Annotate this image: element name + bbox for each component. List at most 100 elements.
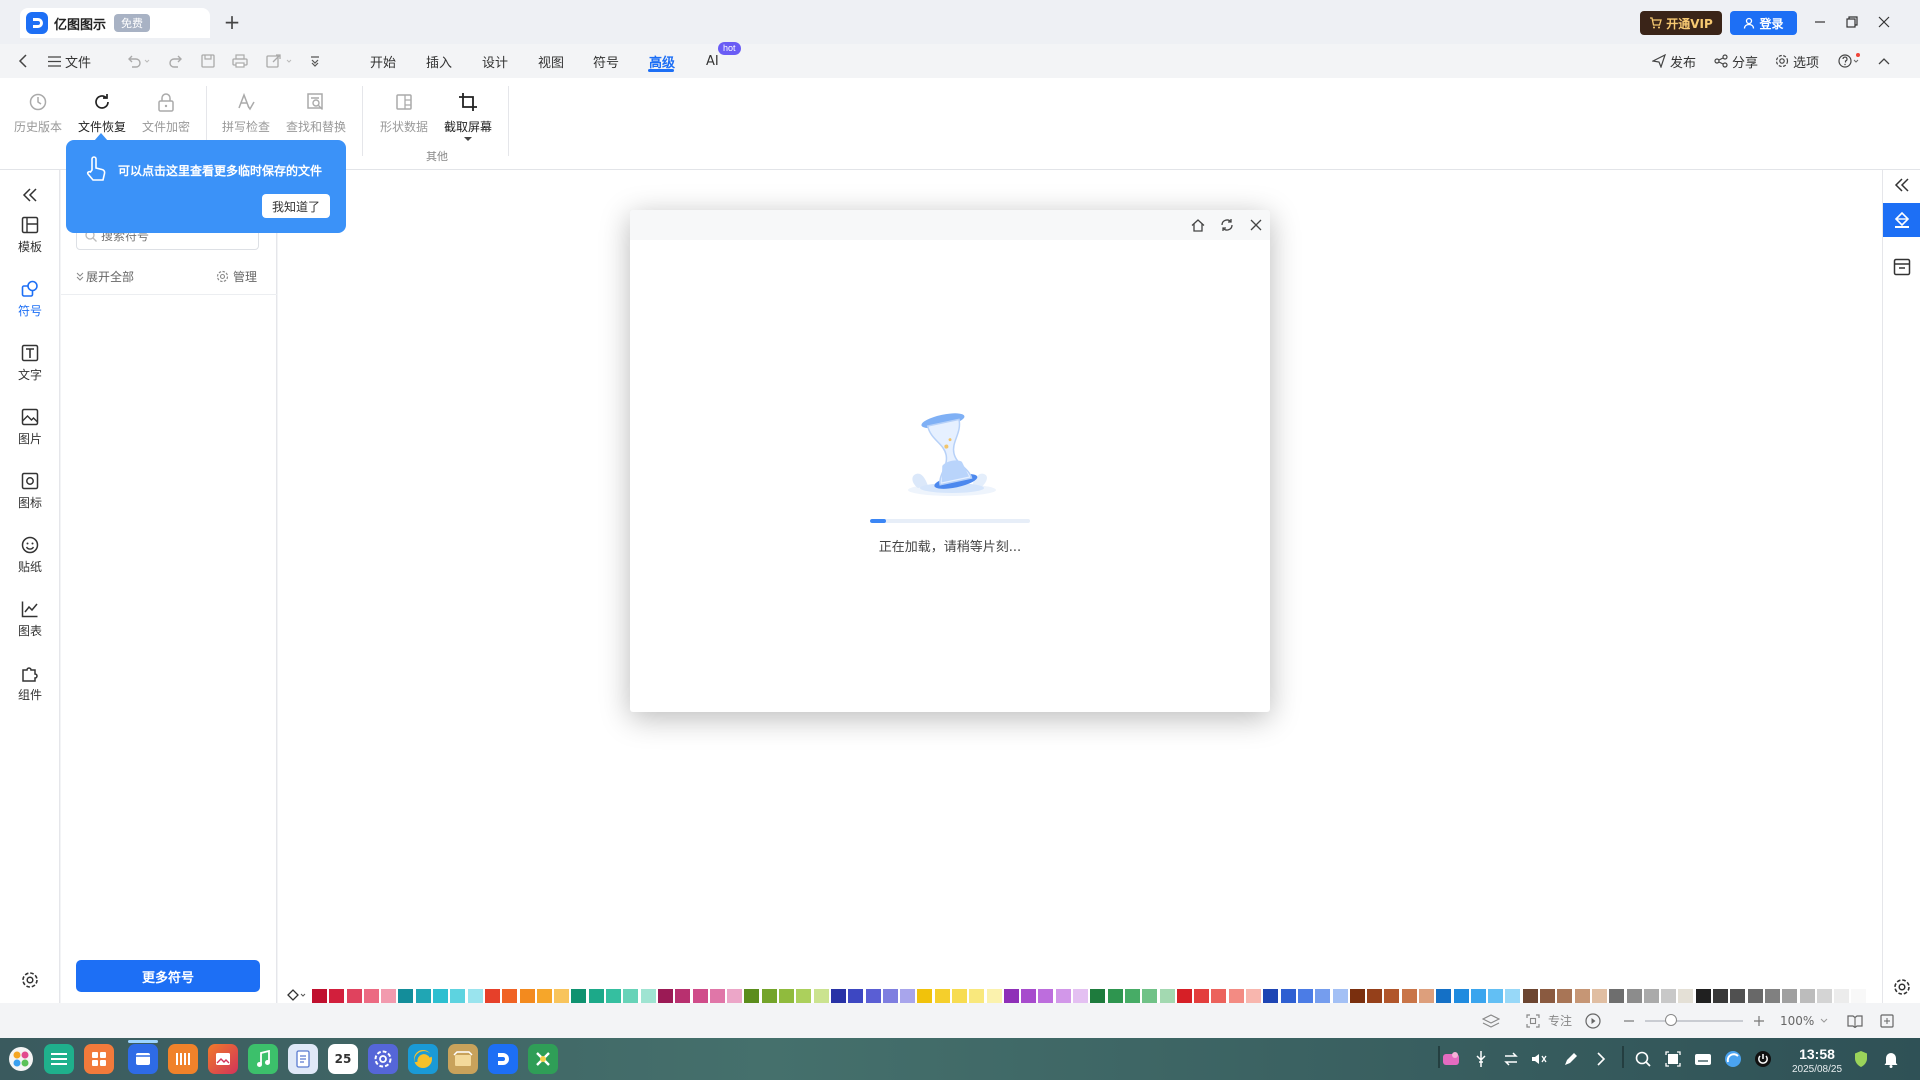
tray-power[interactable] xyxy=(1754,1050,1772,1068)
tray-pen[interactable] xyxy=(1562,1050,1580,1068)
color-swatch[interactable] xyxy=(312,989,327,1003)
dialog-refresh-button[interactable] xyxy=(1219,217,1235,233)
zoom-in-button[interactable] xyxy=(1750,1012,1768,1030)
manage-button[interactable]: 管理 xyxy=(216,268,257,285)
taskbar-settings[interactable] xyxy=(368,1044,398,1074)
color-swatch[interactable] xyxy=(1263,989,1279,1003)
undo-button[interactable] xyxy=(126,44,150,78)
page-panel-button[interactable] xyxy=(1893,258,1911,276)
color-swatch[interactable] xyxy=(1816,989,1832,1003)
sidebar-item-sticker[interactable]: 贴纸 xyxy=(0,536,60,592)
color-swatch[interactable] xyxy=(761,989,777,1003)
color-swatch[interactable] xyxy=(640,989,656,1003)
color-swatch[interactable] xyxy=(1540,989,1556,1003)
reading-view-button[interactable] xyxy=(1846,1012,1864,1030)
sidebar-item-chart[interactable]: 图表 xyxy=(0,600,60,656)
layers-button[interactable] xyxy=(1482,1012,1500,1030)
tab-ai[interactable]: AI xyxy=(706,44,719,78)
tray-notifications[interactable] xyxy=(1882,1050,1900,1068)
color-swatch[interactable] xyxy=(1280,989,1296,1003)
color-swatch[interactable] xyxy=(588,989,604,1003)
vip-button[interactable]: 开通VIP xyxy=(1640,11,1722,35)
taskbar-file-manager[interactable] xyxy=(128,1044,158,1074)
tray-volume[interactable] xyxy=(1530,1050,1548,1068)
color-swatch[interactable] xyxy=(1834,989,1850,1003)
color-swatch[interactable] xyxy=(848,989,864,1003)
play-button[interactable] xyxy=(1584,1012,1602,1030)
taskbar-browser[interactable] xyxy=(408,1044,438,1074)
screenshot-button[interactable]: 截取屏幕 xyxy=(438,84,498,144)
taskbar-office-app[interactable] xyxy=(168,1044,198,1074)
color-swatch[interactable] xyxy=(1107,989,1123,1003)
sidebar-item-image[interactable]: 图片 xyxy=(0,408,60,464)
zoom-level-selector[interactable]: 100% xyxy=(1780,1003,1828,1038)
tab-insert[interactable]: 插入 xyxy=(426,44,452,78)
collapse-sidebar-button[interactable] xyxy=(0,180,60,210)
publish-button[interactable]: 发布 xyxy=(1652,44,1696,78)
back-button[interactable] xyxy=(18,44,28,78)
help-button[interactable] xyxy=(1838,44,1862,78)
color-swatch[interactable] xyxy=(502,989,518,1003)
color-swatch[interactable] xyxy=(363,989,379,1003)
zoom-slider-handle[interactable] xyxy=(1665,1014,1677,1026)
color-swatch[interactable] xyxy=(1055,989,1071,1003)
color-swatch[interactable] xyxy=(796,989,812,1003)
color-swatch[interactable] xyxy=(779,989,795,1003)
color-swatch[interactable] xyxy=(1574,989,1590,1003)
color-swatch[interactable] xyxy=(536,989,552,1003)
color-swatch[interactable] xyxy=(1851,989,1867,1003)
more-symbols-button[interactable]: 更多符号 xyxy=(76,960,260,992)
file-encrypt-button[interactable]: 文件加密 xyxy=(136,84,196,144)
shape-data-button[interactable]: 形状数据 xyxy=(374,84,434,144)
taskbar-edraw[interactable] xyxy=(488,1044,518,1074)
login-button[interactable]: 登录 xyxy=(1730,11,1797,35)
color-swatch[interactable] xyxy=(467,989,483,1003)
tab-advanced[interactable]: 高级 xyxy=(649,44,675,78)
color-swatch[interactable] xyxy=(1073,989,1089,1003)
color-swatch[interactable] xyxy=(484,989,500,1003)
color-swatch[interactable] xyxy=(882,989,898,1003)
zoom-out-button[interactable] xyxy=(1620,1012,1638,1030)
taskbar-image-viewer[interactable] xyxy=(208,1044,238,1074)
color-swatch[interactable] xyxy=(1419,989,1434,1003)
tray-network[interactable] xyxy=(1502,1050,1520,1068)
color-swatch[interactable] xyxy=(1661,989,1677,1003)
save-button[interactable] xyxy=(201,44,215,78)
minimize-button[interactable] xyxy=(1810,12,1830,32)
color-swatch[interactable] xyxy=(1332,989,1348,1003)
color-swatch[interactable] xyxy=(1799,989,1815,1003)
options-button[interactable]: 选项 xyxy=(1775,44,1819,78)
color-swatch[interactable] xyxy=(1436,989,1452,1003)
color-swatch[interactable] xyxy=(1159,989,1175,1003)
tray-expand[interactable] xyxy=(1592,1050,1610,1068)
sidebar-item-component[interactable]: 组件 xyxy=(0,664,60,720)
dialog-close-button[interactable] xyxy=(1248,217,1264,233)
color-swatch[interactable] xyxy=(1176,989,1192,1003)
fill-color-picker[interactable] xyxy=(286,988,306,1002)
more-tools-button[interactable] xyxy=(310,44,320,78)
color-swatch[interactable] xyxy=(727,989,743,1003)
color-swatch[interactable] xyxy=(1730,989,1746,1003)
color-swatch[interactable] xyxy=(1713,989,1729,1003)
color-swatch[interactable] xyxy=(1384,989,1400,1003)
color-swatch[interactable] xyxy=(398,989,414,1003)
document-tab[interactable]: 亿图图示 免费 xyxy=(20,8,210,38)
share-button[interactable]: 分享 xyxy=(1714,44,1758,78)
color-swatch[interactable] xyxy=(1228,989,1244,1003)
color-swatch[interactable] xyxy=(623,989,639,1003)
color-swatch[interactable] xyxy=(1678,989,1694,1003)
zoom-slider-track[interactable] xyxy=(1645,1020,1743,1022)
color-swatch[interactable] xyxy=(1626,989,1642,1003)
color-swatch[interactable] xyxy=(1557,989,1573,1003)
focus-mode-button[interactable] xyxy=(1524,1012,1542,1030)
color-swatch[interactable] xyxy=(951,989,967,1003)
restore-button[interactable] xyxy=(1842,12,1862,32)
color-swatch[interactable] xyxy=(554,989,570,1003)
color-swatch[interactable] xyxy=(917,989,933,1003)
color-swatch[interactable] xyxy=(1453,989,1469,1003)
collapse-ribbon-button[interactable] xyxy=(1878,44,1890,78)
color-swatch[interactable] xyxy=(675,989,691,1003)
color-swatch[interactable] xyxy=(1090,989,1106,1003)
color-swatch[interactable] xyxy=(692,989,708,1003)
color-swatch[interactable] xyxy=(606,989,622,1003)
